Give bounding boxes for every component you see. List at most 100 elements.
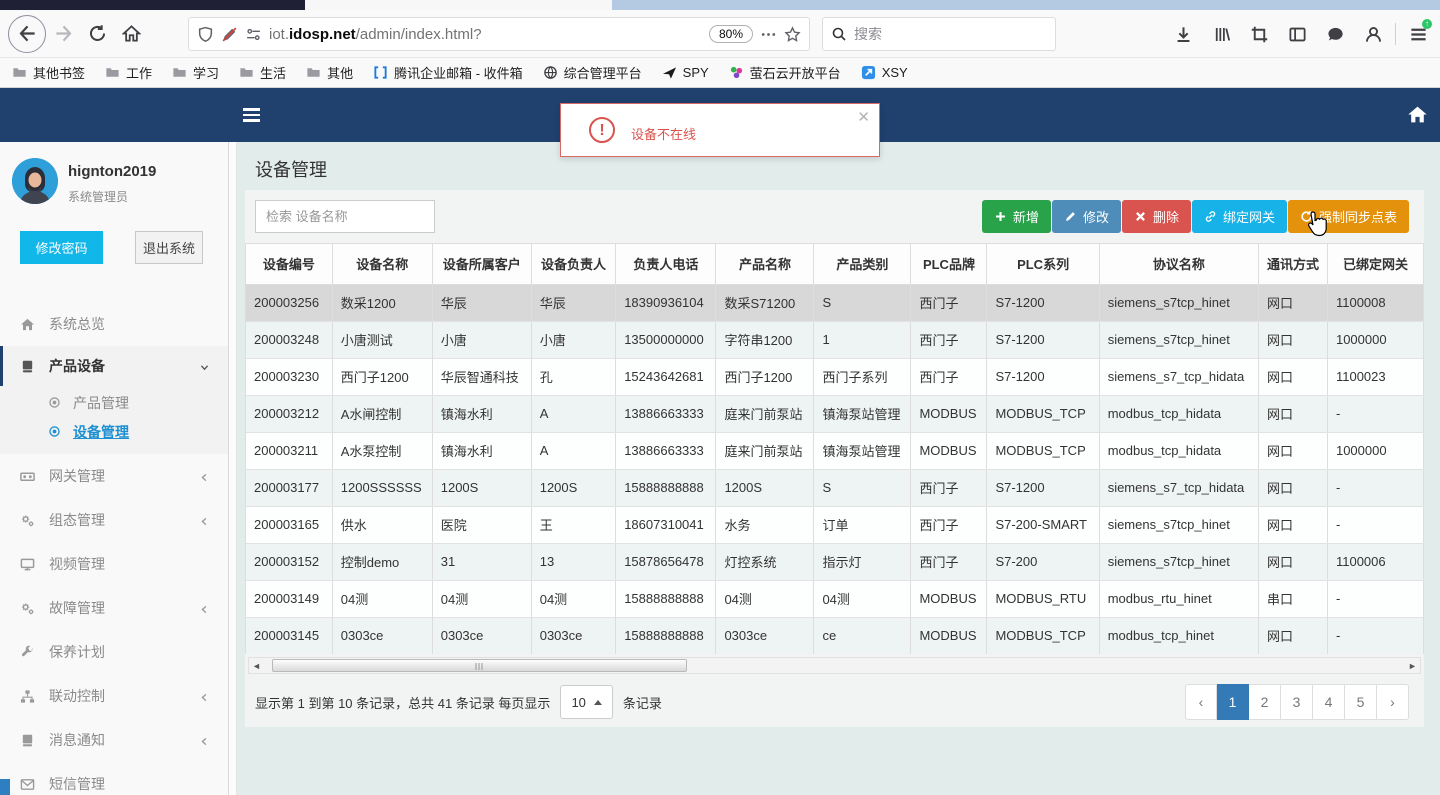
browser-search[interactable] (822, 17, 1056, 51)
table-row[interactable]: 200003211 A水泵控制 镇海水利 A 13886663333 庭来门前泵站 镇海泵站… (246, 432, 1424, 470)
sidebar-item-产品设备[interactable]: 产品设备 (0, 346, 228, 386)
cell: 0303ce (715, 617, 815, 654)
bookmark-item[interactable]: 工作 (105, 63, 152, 82)
pager-next[interactable]: › (1377, 684, 1409, 720)
sidebar-item-视频管理[interactable]: 视频管理 (0, 542, 228, 586)
toast-close-icon[interactable]: ✕ (857, 108, 870, 126)
sidebar-item-消息通知[interactable]: 消息通知 (0, 718, 228, 762)
account-button[interactable] (1357, 17, 1389, 51)
cell: modbus_tcp_hinet (1099, 617, 1259, 654)
back-button[interactable] (8, 14, 46, 53)
sidebar-item-label: 故障管理 (49, 600, 105, 616)
bookmark-item[interactable]: XSY (861, 65, 908, 80)
table-row[interactable]: 200003248 小唐测试 小唐 小唐 13500000000 字符串1200 1 西门子 S… (246, 321, 1424, 359)
home-button[interactable] (114, 17, 148, 51)
column-header[interactable]: 已绑定网关 (1327, 244, 1424, 285)
table-row[interactable]: 200003212 A水闸控制 镇海水利 A 13886663333 庭来门前泵站 镇海泵站… (246, 395, 1424, 433)
forward-button[interactable] (46, 17, 80, 51)
column-header[interactable]: 设备所属客户 (432, 244, 532, 285)
screenshot-button[interactable] (1243, 17, 1275, 51)
sidebar-collapse-button[interactable] (243, 105, 260, 125)
sidebar-subitem-设备管理[interactable]: 设备管理 (0, 417, 228, 446)
column-header[interactable]: 通讯方式 (1258, 244, 1328, 285)
action-button-绑定网关[interactable]: 绑定网关 (1191, 200, 1287, 233)
column-header[interactable]: PLC品牌 (910, 244, 988, 285)
scroll-left-arrow[interactable]: ◄ (249, 658, 264, 673)
scrollbar-thumb[interactable] (272, 659, 687, 672)
sidebar-item-保养计划[interactable]: 保养计划 (0, 630, 228, 674)
column-header[interactable]: 负责人电话 (615, 244, 717, 285)
pager-page-2[interactable]: 2 (1249, 684, 1281, 720)
messages-button[interactable] (1319, 17, 1351, 51)
library-button[interactable] (1205, 17, 1237, 51)
pager-page-4[interactable]: 4 (1313, 684, 1345, 720)
account-icon (1365, 26, 1381, 42)
logout-button[interactable]: 退出系统 (135, 231, 203, 264)
url-bar[interactable]: iot.idosp.net/admin/index.html? 80% (188, 17, 810, 51)
cell: 网口 (1258, 469, 1328, 507)
table-row[interactable]: 200003152 控制demo 31 13 15878656478 灯控系统 指示灯 西门子… (246, 543, 1424, 581)
avatar (12, 158, 58, 204)
device-search-input[interactable] (255, 200, 435, 233)
sidebar-item-系统总览[interactable]: 系统总览 (0, 302, 228, 346)
bookmarks-bar: 其他书签 工作 学习 生活 其他 腾讯企业邮箱 - 收件箱 综合管理平台 SPY 萤石云开放平台… (0, 57, 1440, 88)
cell: A水泵控制 (332, 432, 433, 470)
downloads-button[interactable] (1167, 17, 1199, 51)
cell: 水务 (715, 506, 815, 544)
sidebar-item-故障管理[interactable]: 故障管理 (0, 586, 228, 630)
bookmark-item[interactable]: SPY (662, 65, 709, 80)
pager-page-1[interactable]: 1 (1217, 684, 1249, 720)
app-home-button[interactable] (1407, 104, 1428, 125)
column-header[interactable]: 设备编号 (246, 244, 333, 285)
sidebar-scroll-gutter[interactable] (229, 142, 237, 795)
per-page-dropdown[interactable]: 10 (560, 685, 613, 719)
sidebar-item-组态管理[interactable]: 组态管理 (0, 498, 228, 542)
menu-button[interactable]: ↑ (1402, 17, 1434, 51)
reload-button[interactable] (80, 17, 114, 51)
table-row[interactable]: 200003145 0303ce 0303ce 0303ce 15888888888 03… (246, 617, 1424, 654)
active-tab-strip[interactable] (0, 0, 305, 10)
bookmark-star-icon[interactable] (784, 25, 801, 43)
page-actions-icon[interactable] (760, 26, 777, 43)
column-header[interactable]: 产品名称 (715, 244, 815, 285)
bookmark-item[interactable]: 学习 (172, 63, 219, 82)
table-row[interactable]: 200003256 数采1200 华辰 华辰 18390936104 数采S71200 S 西… (246, 284, 1424, 322)
scroll-right-arrow[interactable]: ► (1405, 658, 1420, 673)
pager-page-5[interactable]: 5 (1345, 684, 1377, 720)
column-header[interactable]: 协议名称 (1099, 244, 1259, 285)
browser-search-input[interactable] (854, 26, 1047, 42)
cell: 200003149 (246, 580, 333, 618)
bookmark-item[interactable]: 其他 (306, 63, 353, 82)
action-button-修改[interactable]: 修改 (1051, 200, 1121, 233)
table-row[interactable]: 200003230 西门子1200 华辰智通科技孔 15243642681 西门子120… (246, 358, 1424, 396)
column-header[interactable]: 产品类别 (813, 244, 912, 285)
sidebar-item-短信管理[interactable]: 短信管理 (0, 762, 228, 795)
action-button-删除[interactable]: 删除 (1121, 200, 1191, 233)
column-header[interactable]: 设备负责人 (531, 244, 617, 285)
table-row[interactable]: 200003177 1200SSSSSS 1200S 1200S 15888888888… (246, 469, 1424, 507)
sidebar-item-联动控制[interactable]: 联动控制 (0, 674, 228, 718)
book-icon (22, 734, 33, 746)
table-row[interactable]: 200003165 供水 医院王 18607310041 水务 订单 西门子 S7-200-S… (246, 506, 1424, 544)
scrollbar-track[interactable] (264, 658, 1405, 673)
bookmark-item[interactable]: 综合管理平台 (543, 63, 642, 82)
zoom-level-pill[interactable]: 80% (708, 25, 753, 43)
cell: ce (813, 617, 912, 654)
sidebar-item-网关管理[interactable]: 网关管理 (0, 454, 228, 498)
horizontal-scrollbar[interactable]: ◄ ► (248, 657, 1421, 674)
bookmark-item[interactable]: 生活 (239, 63, 286, 82)
column-header[interactable]: 设备名称 (332, 244, 433, 285)
bookmark-item[interactable]: 其他书签 (12, 63, 85, 82)
sidebar-subitem-产品管理[interactable]: 产品管理 (0, 388, 228, 417)
pager-prev[interactable]: ‹ (1185, 684, 1217, 720)
table-row[interactable]: 200003149 04测 04测 04测 15888888888 04测 04测 MODBU… (246, 580, 1424, 618)
column-header[interactable]: PLC系列 (986, 244, 1100, 285)
bookmark-item[interactable]: 腾讯企业邮箱 - 收件箱 (373, 63, 523, 82)
bookmark-item[interactable]: 萤石云开放平台 (729, 63, 841, 82)
change-password-button[interactable]: 修改密码 (20, 231, 103, 264)
cell: 华辰 (531, 284, 617, 322)
action-button-新增[interactable]: 新增 (981, 200, 1051, 233)
cell: 数采S71200 (715, 284, 815, 322)
pager-page-3[interactable]: 3 (1281, 684, 1313, 720)
sidebars-button[interactable] (1281, 17, 1313, 51)
